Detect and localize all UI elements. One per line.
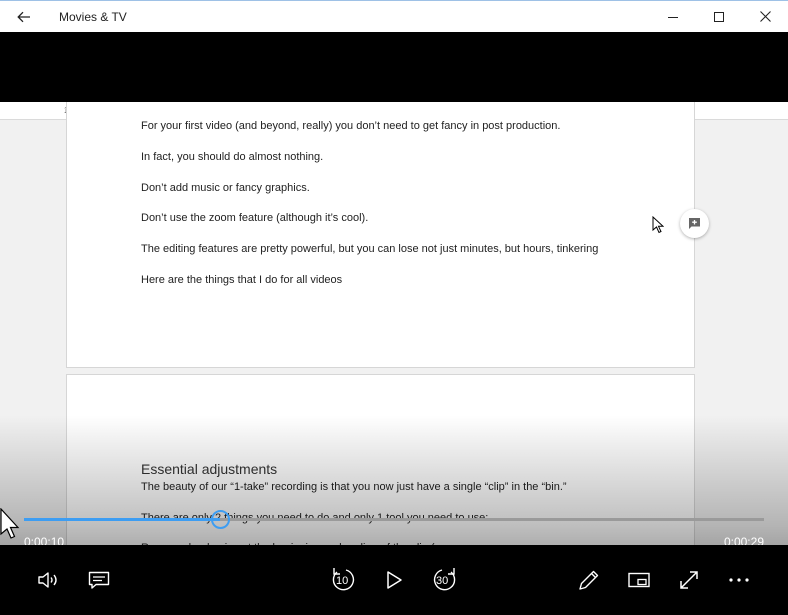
- add-comment-button[interactable]: [680, 209, 709, 238]
- fullscreen-icon: [680, 571, 698, 589]
- doc-line: The editing features are pretty powerful…: [141, 243, 599, 255]
- volume-button[interactable]: [31, 562, 67, 598]
- fullscreen-button[interactable]: [671, 562, 707, 598]
- video-frame[interactable]: 11234567 For your first video (and beyon…: [0, 102, 788, 615]
- pencil-icon: [579, 570, 599, 590]
- doc-line: Don’t add music or fancy graphics.: [141, 182, 310, 194]
- close-button[interactable]: [742, 1, 788, 32]
- video-letterbox: [0, 32, 788, 102]
- maximize-icon: [714, 11, 724, 22]
- skip-forward-button[interactable]: 30: [426, 562, 462, 598]
- movies-tv-window: Movies & TV 11234567 For your first vi: [0, 0, 788, 615]
- back-arrow-icon: [17, 11, 30, 22]
- skip-back-button[interactable]: 10: [326, 562, 362, 598]
- seek-bar[interactable]: [24, 510, 764, 529]
- edit-button[interactable]: [571, 562, 607, 598]
- doc-heading: Essential adjustments: [141, 461, 278, 477]
- more-icon: [729, 578, 749, 582]
- close-icon: [759, 11, 771, 22]
- doc-line: Here are the things that I do for all vi…: [141, 274, 343, 286]
- add-comment-icon: [689, 218, 700, 229]
- mouse-cursor-icon: [652, 216, 664, 234]
- skip-back-label: 10: [336, 575, 349, 587]
- back-button[interactable]: [0, 1, 48, 33]
- subtitles-button[interactable]: [81, 562, 117, 598]
- title-bar: Movies & TV: [0, 0, 788, 32]
- minimize-button[interactable]: [650, 1, 696, 32]
- doc-line: The beauty of our “1-take” recording is …: [141, 481, 567, 493]
- window-controls: [650, 1, 788, 33]
- doc-line: In fact, you should do almost nothing.: [141, 151, 324, 163]
- document-page-1: For your first video (and beyond, really…: [66, 102, 695, 368]
- play-button[interactable]: [376, 562, 412, 598]
- volume-icon: [38, 572, 57, 588]
- subtitles-icon: [88, 571, 110, 589]
- player-controls: 10 30: [0, 545, 788, 615]
- play-icon: [387, 571, 402, 589]
- seek-bar-fill: [24, 518, 221, 521]
- mini-view-button[interactable]: [621, 562, 657, 598]
- more-button[interactable]: [721, 562, 757, 598]
- minimize-icon: [668, 16, 678, 18]
- window-title: Movies & TV: [59, 9, 127, 24]
- screen-cursor-icon: [0, 508, 20, 539]
- doc-line: Don’t use the zoom feature (although it’…: [141, 212, 369, 224]
- skip-forward-label: 30: [436, 575, 449, 587]
- seek-bar-thumb[interactable]: [211, 510, 231, 529]
- maximize-button[interactable]: [696, 1, 742, 32]
- mini-view-icon: [628, 572, 650, 588]
- doc-line: For your first video (and beyond, really…: [141, 120, 561, 132]
